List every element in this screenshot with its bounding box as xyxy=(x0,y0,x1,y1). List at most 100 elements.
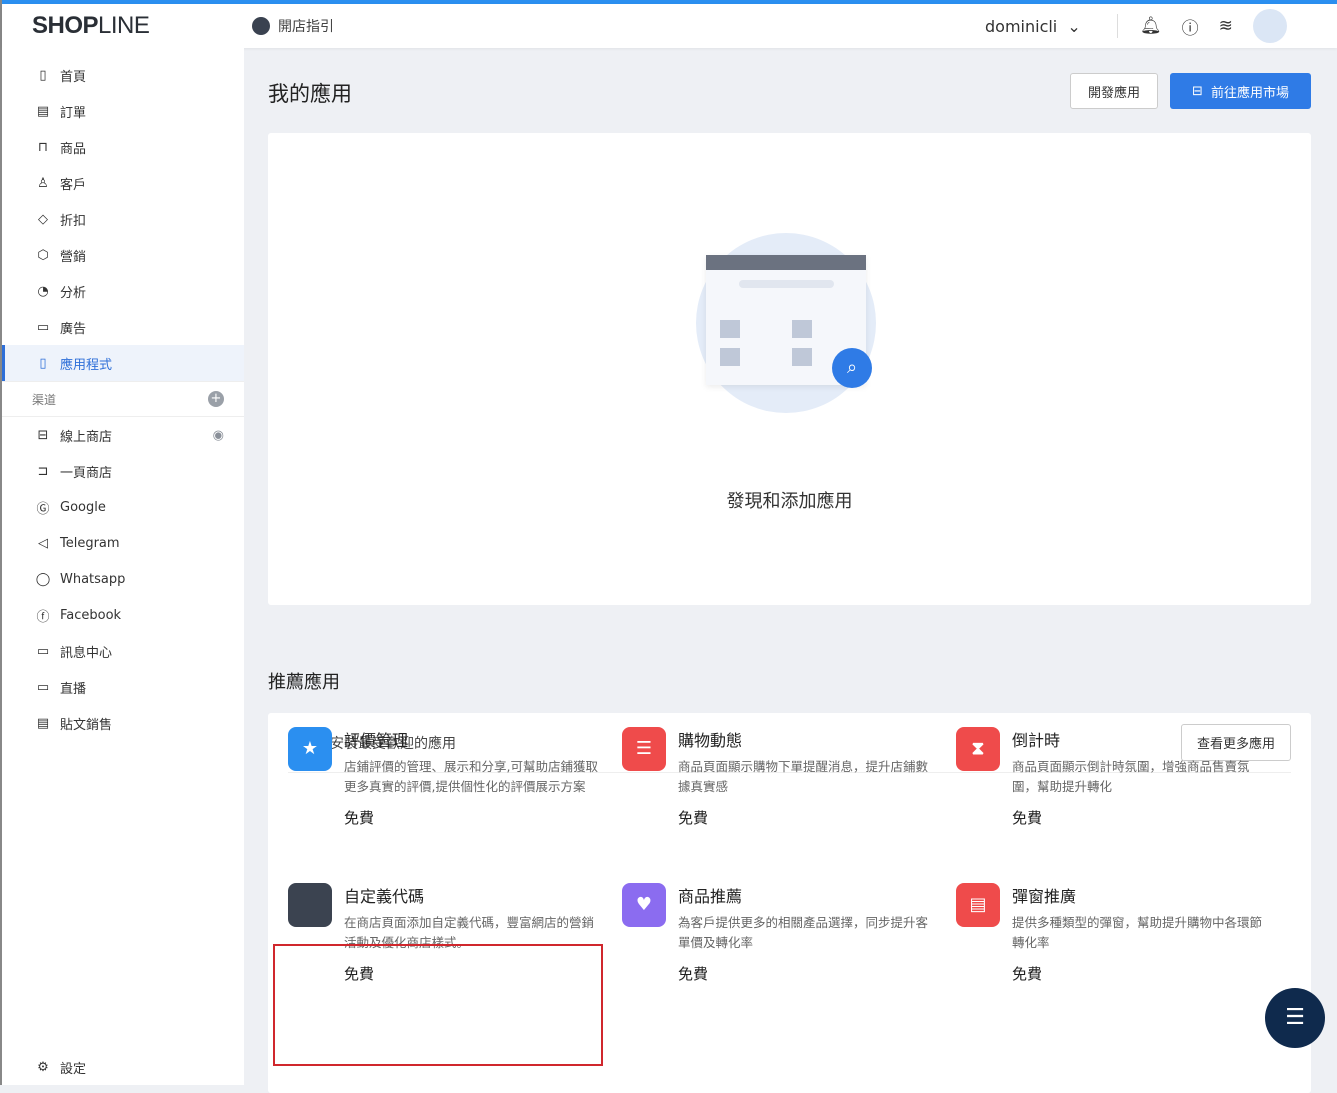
app-description: 為客戶提供更多的相關產品選擇，同步提升客單價及轉化率 xyxy=(678,915,929,950)
nav-icon: ◔ xyxy=(37,283,49,299)
page-title: 我的應用 xyxy=(268,82,352,106)
chat-button[interactable]: ☰ xyxy=(1265,988,1325,1048)
nav-icon: ⬡ xyxy=(37,247,49,263)
app-icon: ♥ xyxy=(622,883,666,927)
recommended-title: 推薦應用 xyxy=(268,672,340,693)
app-icon: ☰ xyxy=(622,727,666,771)
bell-icon[interactable]: 🔔︎ xyxy=(1140,16,1162,36)
sidebar-item[interactable]: ◯ Whatsapp xyxy=(2,561,244,597)
sidebar-item-label: 首頁 xyxy=(60,69,87,85)
sidebar-item[interactable]: ▤ 訂單 xyxy=(2,93,244,129)
sidebar-item[interactable]: ⊓ 商品 xyxy=(2,129,244,165)
sidebar-item[interactable]: ▯ 首頁 xyxy=(2,57,244,93)
sidebar-item[interactable]: ◇ 折扣 xyxy=(2,201,244,237)
logo-bold: SHOP xyxy=(32,12,99,39)
app-card[interactable]: ⧗ 倒計時商品頁面顯示倒計時氛圍，增強商品售賣氛圍，幫助提升轉化免費 xyxy=(956,727,1266,828)
app-card[interactable]: ▤ 彈窗推廣 提供多種類型的彈窗，幫助提升購物中各環節轉化率 免費 xyxy=(956,883,1266,984)
nav-icon: ⊟ xyxy=(37,427,49,443)
develop-app-button[interactable]: 開發應用 xyxy=(1070,73,1158,109)
sidebar-item[interactable]: ▯ 應用程式 xyxy=(2,345,244,381)
sidebar-item-label: 應用程式 xyxy=(60,357,113,373)
sidebar-item-label: Facebook xyxy=(60,607,122,623)
sidebar-item-label: 訂單 xyxy=(60,105,87,121)
app-card[interactable]: ☰ 購物動態商品頁面顯示購物下單提醒消息，提升店鋪數據真實感免費 xyxy=(622,727,932,828)
app-card[interactable]: ★ 評價管理 店鋪評價的管理、展示和分享,可幫助店鋪獲取更多真實的評價,提供個性化的… xyxy=(288,727,598,828)
sidebar-item-settings[interactable]: ⚙ 設定 xyxy=(2,1049,244,1085)
sidebar-item-label: 一頁商店 xyxy=(60,465,113,481)
app-name: 倒計時 xyxy=(1012,731,1061,750)
sidebar-item[interactable]: ⊐ 一頁商店 xyxy=(2,453,244,489)
sidebar-item[interactable]: ⊟ 線上商店 ◉ xyxy=(2,417,244,453)
nav-icon: ◁ xyxy=(38,535,48,551)
store-icon: ⊟ xyxy=(1192,83,1203,99)
nav-icon: ▯ xyxy=(39,355,47,371)
sidebar-item[interactable]: ▤ 貼文銷售 xyxy=(2,705,244,741)
sidebar-item[interactable]: ⬡ 營銷 xyxy=(2,237,244,273)
logo-light: LINE xyxy=(98,12,150,39)
sidebar-item-label: 訊息中心 xyxy=(60,645,113,661)
app-market-button[interactable]: ⊟ 前往應用市場 xyxy=(1170,73,1311,109)
nav-icon: ⊓ xyxy=(37,139,49,155)
app-name: 自定義代碼 xyxy=(344,887,425,906)
sidebar-item-label: 線上商店 xyxy=(60,429,113,445)
sidebar-item[interactable]: ▭ 廣告 xyxy=(2,309,244,345)
username: dominicli xyxy=(985,16,1058,36)
app-description: 商品頁面顯示購物下單提醒消息，提升店鋪數據真實感 xyxy=(678,759,929,794)
shopline-logo[interactable]: SHOPLINE xyxy=(32,12,150,40)
app-price: 免費 xyxy=(678,965,709,983)
sidebar-item-label: 設定 xyxy=(60,1061,87,1077)
sidebar-item[interactable]: ◁ Telegram xyxy=(2,525,244,561)
nav-icon: ▭ xyxy=(36,319,50,335)
avatar[interactable] xyxy=(1252,9,1287,43)
app-description: 提供多種類型的彈窗，幫助提升購物中各環節轉化率 xyxy=(1012,915,1263,950)
chevron-down-icon: ⌄ xyxy=(1062,16,1081,36)
nav-icon: Ⓖ xyxy=(36,501,50,517)
empty-illustration: ⌕ xyxy=(696,233,876,413)
sidebar-item-label: 分析 xyxy=(60,285,87,301)
gear-icon: ⚙ xyxy=(37,1059,49,1075)
help-icon[interactable]: ⓘ xyxy=(1182,14,1199,39)
add-channel-icon[interactable]: + xyxy=(208,391,224,407)
sidebar-item-label: 廣告 xyxy=(60,321,87,337)
sidebar-item-label: 直播 xyxy=(60,681,87,697)
empty-state-text: 發現和添加應用 xyxy=(726,491,853,512)
sidebar-item[interactable]: ▭ 訊息中心 xyxy=(2,633,244,669)
search-icon: ⌕ xyxy=(832,348,872,388)
sidebar-item[interactable]: ⓕ Facebook xyxy=(2,597,244,633)
app-description: 商品頁面顯示倒計時氛圍，增強商品售賣氛圍，幫助提升轉化 xyxy=(1012,759,1250,794)
nav-icon: ▤ xyxy=(36,715,50,731)
app-card[interactable]: ♥ 商品推薦為客戶提供更多的相關產品選擇，同步提升客單價及轉化率免費 xyxy=(622,883,932,984)
app-price: 免費 xyxy=(678,809,709,827)
sidebar-item-label: 貼文銷售 xyxy=(60,717,113,733)
app-price: 免費 xyxy=(344,809,375,827)
sidebar-item-label: 客戶 xyxy=(60,177,87,193)
sidebar-item[interactable]: ▭ 直播 xyxy=(2,669,244,705)
toolbar-icons: 🔔︎ ⓘ ≋ xyxy=(1117,9,1287,43)
top-bar: SHOPLINE 開店指引 dominicli ⌄ 🔔︎ ⓘ ≋ xyxy=(2,4,1337,48)
nav-icon: ⊐ xyxy=(37,463,49,479)
eye-icon[interactable]: ◉ xyxy=(213,428,224,443)
nav-icon: ▭ xyxy=(36,643,50,659)
app-name: 商品推薦 xyxy=(678,887,743,906)
app-icon: ⧗ xyxy=(956,727,1000,771)
sidebar-item[interactable]: ◔ 分析 xyxy=(2,273,244,309)
chat-icon: ☰ xyxy=(1285,1005,1305,1030)
nav-icon: ▯ xyxy=(39,67,47,83)
user-menu[interactable]: dominicli ⌄ xyxy=(985,17,1081,36)
channels-label: 渠道 xyxy=(32,392,57,407)
channels-header: 渠道 + xyxy=(2,381,244,417)
store-guide-link[interactable]: 開店指引 xyxy=(252,16,334,36)
guide-label: 開店指引 xyxy=(278,19,334,35)
wifi-icon[interactable]: ≋ xyxy=(1219,16,1233,36)
nav-icon: ▤ xyxy=(36,103,50,119)
sidebar: ▯ 首頁 ▤ 訂單 ⊓ 商品 ♙ 客戶 ◇ 折扣 ⬡ 營銷 ◔ 分析 ▭ 廣告 ▯ 應用程式 渠道 + ⊟ 線上商店 ◉… xyxy=(2,48,244,1085)
app-price: 免費 xyxy=(1012,809,1043,827)
sidebar-item[interactable]: Ⓖ Google xyxy=(2,489,244,525)
nav-icon: ♙ xyxy=(37,175,49,191)
app-name: 彈窗推廣 xyxy=(1012,887,1077,906)
sidebar-item-label: Telegram xyxy=(60,535,120,551)
sidebar-item[interactable]: ♙ 客戶 xyxy=(2,165,244,201)
nav-icon: ⓕ xyxy=(36,609,50,625)
app-name: 購物動態 xyxy=(678,731,743,750)
nav-icon: ◯ xyxy=(35,571,51,587)
